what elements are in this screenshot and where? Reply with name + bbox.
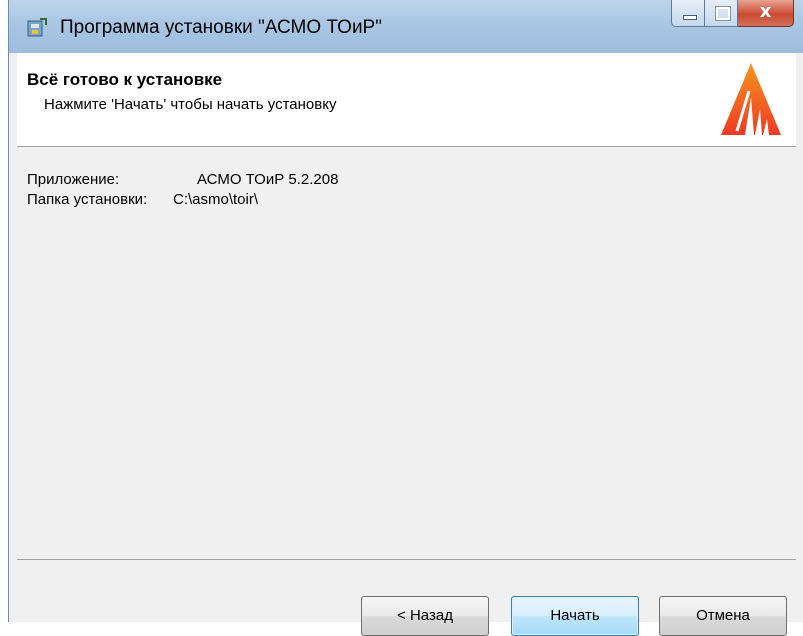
cancel-button[interactable]: Отмена (659, 596, 787, 636)
installer-icon (27, 18, 47, 37)
app-row: Приложение: АСМО ТОиР 5.2.208 (27, 170, 338, 190)
title-bar[interactable]: Программа установки "АСМО ТОиР" x (9, 0, 803, 53)
start-button[interactable]: Начать (511, 596, 639, 636)
back-button[interactable]: < Назад (361, 596, 489, 636)
page-subtitle: Нажмите 'Начать' чтобы начать установку (44, 96, 337, 113)
maximize-button[interactable] (705, 0, 738, 27)
button-bar: < Назад Начать Отмена (17, 560, 796, 636)
folder-row: Папка установки: C:\asmo\toir\ (27, 190, 338, 210)
installer-window: Программа установки "АСМО ТОиР" x Всё го… (8, 0, 803, 636)
folder-value: C:\asmo\toir\ (173, 191, 259, 208)
folder-label: Папка установки: (27, 191, 148, 208)
app-value: АСМО ТОиР 5.2.208 (197, 171, 339, 188)
caption-buttons: x (671, 0, 794, 28)
app-label: Приложение: (27, 171, 120, 188)
summary-panel: Приложение: АСМО ТОиР 5.2.208 Папка уста… (17, 147, 796, 560)
window-title: Программа установки "АСМО ТОиР" (60, 17, 382, 38)
asmo-logo-icon (721, 63, 781, 135)
close-icon: x (759, 1, 772, 22)
close-button[interactable]: x (738, 0, 794, 27)
install-summary: Приложение: АСМО ТОиР 5.2.208 Папка уста… (27, 170, 338, 210)
minimize-button[interactable] (671, 0, 705, 27)
header-banner: Всё готово к установке Нажмите 'Начать' … (17, 53, 796, 147)
page-title: Всё готово к установке (27, 70, 223, 89)
